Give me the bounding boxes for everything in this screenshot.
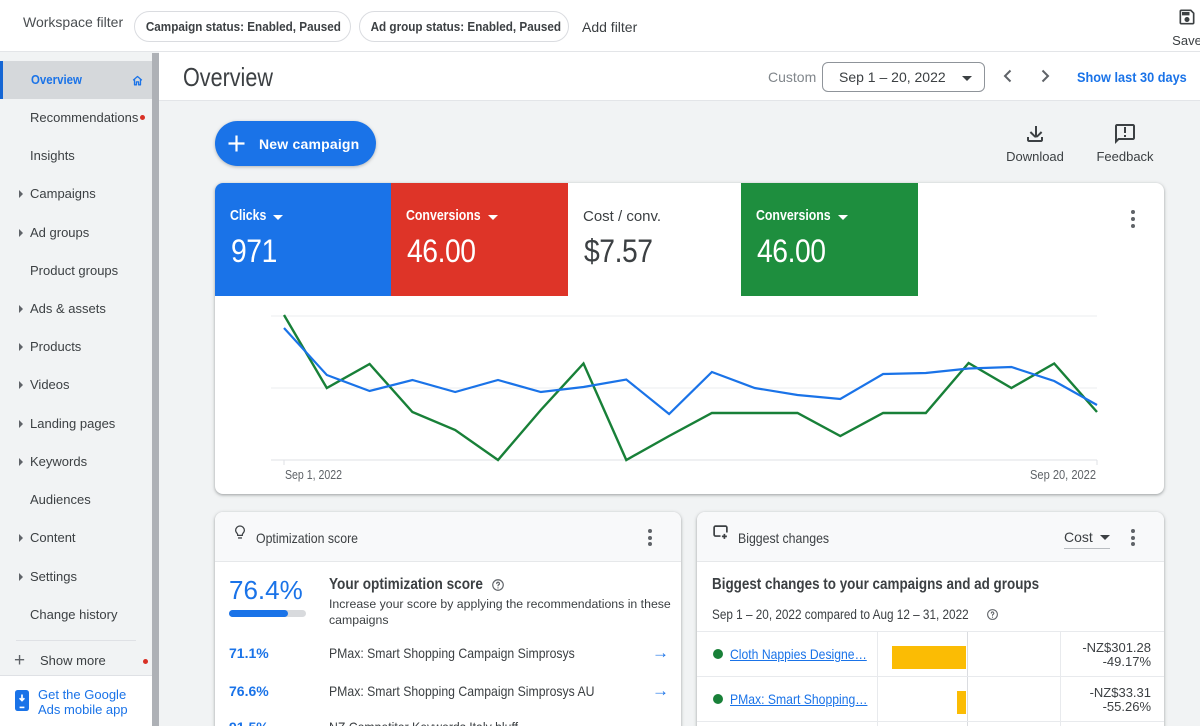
svg-text:Sep 1, 2022: Sep 1, 2022 [285, 467, 342, 482]
svg-text:Sep 20, 2022: Sep 20, 2022 [1030, 467, 1096, 482]
